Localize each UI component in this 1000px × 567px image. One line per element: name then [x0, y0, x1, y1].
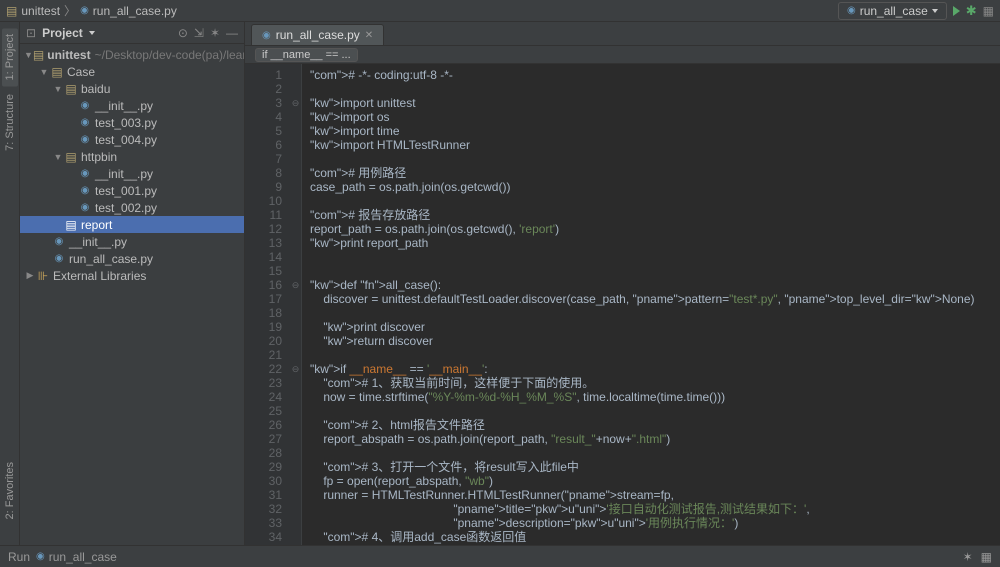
python-icon: ◉ — [847, 5, 856, 16]
chevron-down-icon — [932, 9, 938, 13]
tree-folder-baidu[interactable]: ▼▤baidu — [20, 80, 244, 97]
editor-tab-label: run_all_case.py — [276, 28, 360, 42]
collapse-icon[interactable]: ⇲ — [194, 26, 204, 40]
editor-tab-active[interactable]: ◉ run_all_case.py ✕ — [251, 24, 384, 45]
breadcrumb: ▤ unittest 〉 ◉ run_all_case.py — [6, 2, 177, 19]
python-file-icon: ◉ — [80, 5, 89, 16]
run-button[interactable] — [953, 6, 960, 16]
tree-external-libs[interactable]: ▶⊪External Libraries — [20, 267, 244, 284]
tree-file[interactable]: ◉test_004.py — [20, 131, 244, 148]
main-area: 1: Project 7: Structure 2: Favorites ⊡ P… — [0, 22, 1000, 545]
breadcrumb-file[interactable]: run_all_case.py — [93, 4, 177, 18]
editor-area: ◉ run_all_case.py ✕ if __name__ == ... 1… — [245, 22, 1000, 545]
toolbar-right: ◉ run_all_case ✱ ▦ — [838, 2, 994, 20]
project-panel-title[interactable]: Project — [42, 26, 83, 40]
tree-file[interactable]: ◉__init__.py — [20, 165, 244, 182]
folder-icon: ▤ — [6, 4, 17, 18]
chevron-right-icon: 〉 — [64, 2, 76, 19]
left-tool-strip: 1: Project 7: Structure 2: Favorites — [0, 22, 20, 545]
tree-file[interactable]: ◉__init__.py — [20, 233, 244, 250]
tab-project[interactable]: 1: Project — [2, 28, 18, 86]
tree-file[interactable]: ◉test_001.py — [20, 182, 244, 199]
project-panel: ⊡ Project ⊙ ⇲ ✶ — ▼▤unittest~/Desktop/de… — [20, 22, 245, 545]
tree-file[interactable]: ◉__init__.py — [20, 97, 244, 114]
status-run-label[interactable]: Run — [8, 550, 30, 564]
debug-button[interactable]: ✱ — [966, 3, 977, 19]
editor-body: 1234567891011121314151617181920212223242… — [245, 64, 1000, 545]
tree-folder-case[interactable]: ▼▤Case — [20, 63, 244, 80]
trash-icon[interactable]: ▦ — [981, 550, 992, 564]
hide-icon[interactable]: — — [226, 26, 238, 40]
tab-structure[interactable]: 7: Structure — [2, 88, 18, 157]
project-tree[interactable]: ▼▤unittest~/Desktop/dev-code(pa)/lear ▼▤… — [20, 44, 244, 545]
locate-icon[interactable]: ⊙ — [178, 26, 188, 40]
gear-icon[interactable]: ✶ — [210, 26, 220, 40]
tree-file[interactable]: ◉test_003.py — [20, 114, 244, 131]
project-panel-header: ⊡ Project ⊙ ⇲ ✶ — — [20, 22, 244, 44]
python-icon: ◉ — [36, 551, 45, 562]
editor-breadcrumb[interactable]: if __name__ == ... — [255, 48, 358, 62]
more-actions-button[interactable]: ▦ — [983, 4, 994, 18]
line-number-gutter[interactable]: 1234567891011121314151617181920212223242… — [245, 64, 290, 545]
tree-file[interactable]: ◉run_all_case.py — [20, 250, 244, 267]
top-breadcrumb-bar: ▤ unittest 〉 ◉ run_all_case.py ◉ run_all… — [0, 0, 1000, 22]
run-config-dropdown[interactable]: ◉ run_all_case — [838, 2, 947, 20]
python-file-icon: ◉ — [262, 30, 271, 41]
status-bar: Run ◉ run_all_case ✶ ▦ — [0, 545, 1000, 567]
close-icon[interactable]: ✕ — [365, 30, 373, 41]
fold-gutter[interactable]: ⊖⊖⊖⊖ — [290, 64, 302, 545]
editor-tabs: ◉ run_all_case.py ✕ — [245, 22, 1000, 46]
breadcrumb-root[interactable]: unittest — [21, 4, 60, 18]
chevron-down-icon[interactable] — [89, 31, 95, 35]
editor-breadcrumb-bar: if __name__ == ... — [245, 46, 1000, 64]
code-editor[interactable]: "com"># -*- coding:utf-8 -*- "kw">import… — [302, 64, 1000, 545]
status-run-name[interactable]: run_all_case — [49, 550, 117, 564]
tree-folder-report[interactable]: ▤report — [20, 216, 244, 233]
tab-favorites[interactable]: 2: Favorites — [2, 456, 18, 525]
run-config-label: run_all_case — [860, 4, 928, 18]
gear-icon[interactable]: ✶ — [963, 550, 973, 564]
project-view-icon: ⊡ — [26, 26, 36, 40]
tree-folder-httpbin[interactable]: ▼▤httpbin — [20, 148, 244, 165]
tree-root[interactable]: ▼▤unittest~/Desktop/dev-code(pa)/lear — [20, 46, 244, 63]
tree-file[interactable]: ◉test_002.py — [20, 199, 244, 216]
